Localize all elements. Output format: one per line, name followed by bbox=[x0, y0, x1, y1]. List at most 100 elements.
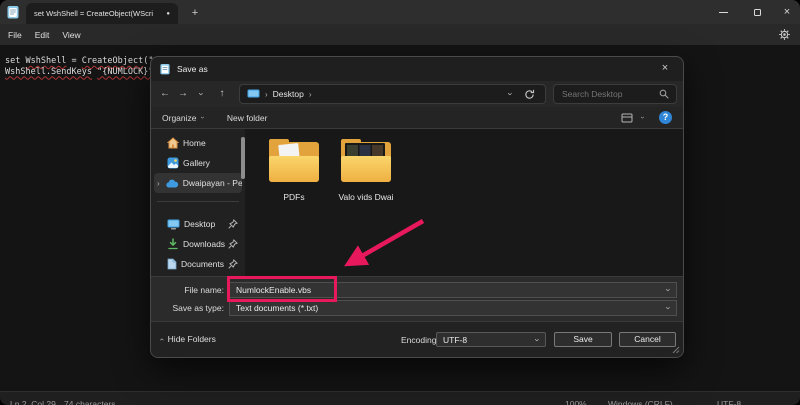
sidebar-divider bbox=[157, 201, 239, 202]
chevron-up-icon: › bbox=[157, 338, 166, 341]
menu-edit[interactable]: Edit bbox=[35, 30, 50, 40]
folder-name: Valo vids Dwai bbox=[333, 192, 399, 202]
search-icon bbox=[659, 89, 669, 99]
folder-icon bbox=[339, 139, 393, 183]
folder-pdfs[interactable]: PDFs bbox=[263, 139, 325, 202]
pin-icon[interactable] bbox=[228, 259, 238, 269]
sidebar-item-documents[interactable]: Documents bbox=[154, 254, 242, 274]
sidebar-item-home[interactable]: Home bbox=[154, 133, 242, 153]
up-button[interactable]: ↑ bbox=[213, 84, 231, 104]
save-as-dialog: Save as × ← → › ↑ › Desktop › › bbox=[150, 56, 684, 358]
editor-tab[interactable]: set WshShell = CreateObject(WScri ● bbox=[26, 3, 178, 24]
downloads-icon bbox=[167, 238, 179, 250]
sidebar-item-label: Dwaipayan - Per bbox=[183, 178, 242, 188]
folder-valo-vids[interactable]: Valo vids Dwai bbox=[333, 139, 399, 202]
folder-icon bbox=[267, 139, 321, 183]
chevron-down-icon: › bbox=[191, 93, 211, 96]
save-button[interactable]: Save bbox=[554, 332, 612, 347]
search-input[interactable] bbox=[554, 89, 659, 99]
resize-grip[interactable] bbox=[672, 346, 680, 354]
desktop-mini-icon bbox=[247, 89, 260, 99]
sidebar-item-desktop[interactable]: Desktop bbox=[154, 214, 242, 234]
breadcrumb-separator: › bbox=[265, 90, 268, 99]
onedrive-cloud-icon bbox=[166, 179, 178, 188]
address-bar[interactable]: › Desktop › › bbox=[239, 84, 546, 104]
navigation-sidebar: Home Gallery › Dwaipayan - bbox=[151, 129, 245, 276]
code-segment-misspelled: WshShell.SendKeys bbox=[5, 67, 92, 77]
new-tab-button[interactable]: + bbox=[186, 3, 204, 24]
hide-folders-button[interactable]: › Hide Folders bbox=[160, 334, 216, 344]
sidebar-item-gallery[interactable]: Gallery bbox=[154, 153, 242, 173]
code-segment-misspelled: "{NUMLOCK}" bbox=[97, 67, 153, 77]
refresh-icon[interactable] bbox=[524, 89, 535, 100]
pin-icon[interactable] bbox=[228, 219, 238, 229]
notepad-mini-icon bbox=[160, 63, 170, 75]
view-mode-icon[interactable] bbox=[621, 112, 633, 124]
organize-button[interactable]: Organize bbox=[162, 113, 197, 123]
code-segment: = bbox=[66, 56, 81, 66]
search-box[interactable] bbox=[553, 84, 677, 104]
encoding-value: UTF-8 bbox=[443, 335, 467, 345]
save-as-type-value: Text documents (*.txt) bbox=[236, 303, 318, 313]
recent-locations-button[interactable]: › bbox=[192, 84, 210, 104]
breadcrumb-separator: › bbox=[309, 90, 312, 99]
status-encoding[interactable]: UTF-8 bbox=[717, 399, 741, 405]
chevron-down-icon[interactable]: › bbox=[664, 307, 674, 310]
file-list-area[interactable]: PDFs Valo vids Dwai bbox=[245, 129, 683, 276]
folder-name: PDFs bbox=[263, 192, 325, 202]
chevron-right-icon[interactable]: › bbox=[157, 179, 166, 188]
notepad-window: set WshShell = CreateObject(WScri ● + × … bbox=[0, 0, 800, 405]
tab-title: set WshShell = CreateObject(WScri bbox=[34, 9, 161, 18]
file-name-label: File name: bbox=[151, 285, 229, 295]
menu-file[interactable]: File bbox=[8, 30, 22, 40]
status-line-ending[interactable]: Windows (CRLF) bbox=[608, 399, 673, 405]
breadcrumb-desktop[interactable]: Desktop bbox=[273, 89, 304, 99]
settings-gear-icon[interactable] bbox=[778, 28, 791, 41]
chevron-down-icon[interactable]: › bbox=[664, 289, 674, 292]
forward-button[interactable]: → bbox=[174, 84, 192, 104]
cancel-button[interactable]: Cancel bbox=[619, 332, 676, 347]
status-cursor-position: Ln 2, Col 29 bbox=[10, 399, 56, 405]
save-as-type-dropdown[interactable]: Text documents (*.txt) › bbox=[229, 300, 677, 316]
chevron-down-icon[interactable]: › bbox=[638, 116, 645, 118]
minimize-icon bbox=[719, 12, 728, 13]
code-segment-misspelled: CreateObject bbox=[82, 56, 143, 66]
minimize-button[interactable] bbox=[712, 0, 734, 24]
encoding-dropdown[interactable]: UTF-8 › bbox=[436, 332, 546, 347]
dialog-navigation-bar: ← → › ↑ › Desktop › › bbox=[151, 81, 683, 107]
annotation-highlight-rectangle bbox=[227, 276, 337, 302]
sidebar-item-label: Gallery bbox=[183, 158, 210, 168]
dialog-titlebar: Save as × bbox=[151, 57, 683, 81]
sidebar-item-onedrive[interactable]: › Dwaipayan - Per bbox=[154, 173, 242, 193]
sidebar-item-label: Home bbox=[183, 138, 206, 148]
maximize-icon bbox=[754, 9, 761, 16]
new-folder-button[interactable]: New folder bbox=[227, 113, 268, 123]
desktop-icon bbox=[167, 219, 180, 230]
sidebar-item-label: Downloads bbox=[183, 239, 225, 249]
dialog-close-button[interactable]: × bbox=[656, 60, 674, 78]
help-icon[interactable]: ? bbox=[659, 111, 672, 124]
code-segment: set bbox=[5, 56, 25, 66]
annotation-arrow bbox=[335, 213, 435, 273]
notepad-app-icon bbox=[7, 5, 19, 19]
chevron-down-icon: › bbox=[533, 338, 543, 341]
menubar: File Edit View bbox=[0, 24, 800, 45]
documents-icon bbox=[167, 258, 177, 270]
sidebar-item-downloads[interactable]: Downloads bbox=[154, 234, 242, 254]
maximize-button[interactable] bbox=[746, 0, 768, 24]
status-char-count: 74 characters bbox=[64, 399, 116, 405]
address-dropdown-chevron[interactable]: › bbox=[506, 93, 516, 96]
status-zoom-level[interactable]: 100% bbox=[565, 399, 587, 405]
pin-icon[interactable] bbox=[228, 239, 238, 249]
unsaved-indicator-dot: ● bbox=[166, 11, 170, 17]
code-segment-misspelled: WshShell bbox=[25, 56, 66, 66]
dialog-footer: › Hide Folders Encoding: UTF-8 › Save Ca… bbox=[151, 321, 683, 357]
menu-view[interactable]: View bbox=[62, 30, 80, 40]
encoding-label: Encoding: bbox=[401, 335, 439, 345]
sidebar-item-label: Desktop bbox=[184, 219, 215, 229]
statusbar: Ln 2, Col 29 74 characters 100% Windows … bbox=[0, 391, 800, 405]
hide-folders-label: Hide Folders bbox=[168, 334, 216, 344]
titlebar: set WshShell = CreateObject(WScri ● + × bbox=[0, 0, 800, 24]
close-window-button[interactable]: × bbox=[776, 0, 798, 24]
back-button[interactable]: ← bbox=[156, 84, 174, 104]
